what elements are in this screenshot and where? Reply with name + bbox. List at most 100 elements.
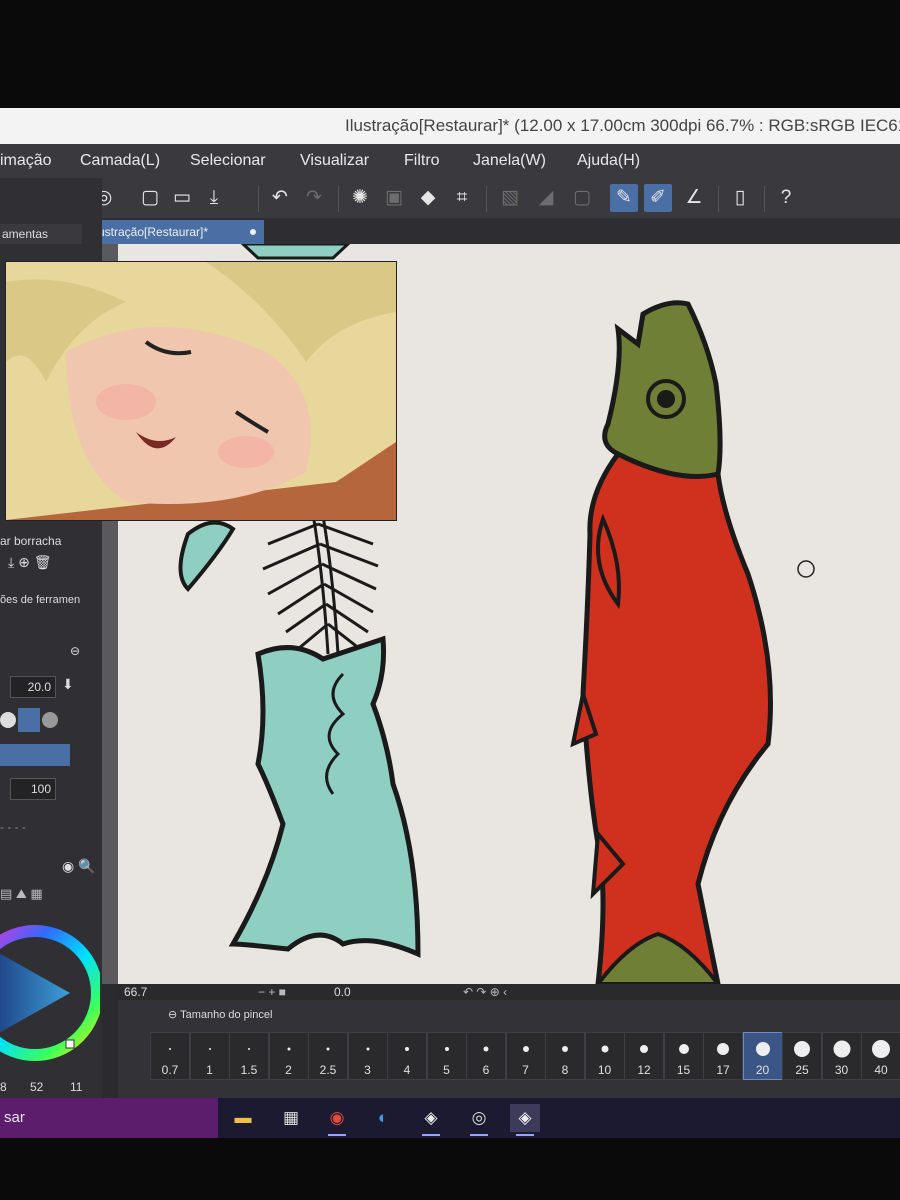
rotation-value[interactable]: 0.0 bbox=[334, 985, 351, 999]
opacity-field[interactable]: 100 bbox=[10, 778, 56, 800]
document-tab-bar: Ilustração[Restaurar]* bbox=[80, 218, 900, 244]
brush-tip-selector[interactable] bbox=[0, 708, 82, 734]
menu-layer[interactable]: Camada(L) bbox=[80, 152, 160, 170]
clip-studio-icon[interactable]: ◈ bbox=[416, 1104, 446, 1136]
snap-icon[interactable]: ▢ bbox=[568, 184, 596, 212]
brush-size-option[interactable]: 6 bbox=[466, 1032, 506, 1080]
file-explorer-icon[interactable]: ▬ bbox=[228, 1104, 258, 1132]
brush-size-option[interactable]: 15 bbox=[663, 1032, 704, 1080]
toolbar-separator bbox=[764, 186, 765, 212]
redo-icon[interactable]: ↷ bbox=[300, 184, 328, 212]
menu-bar: imação Camada(L) Selecionar Visualizar F… bbox=[0, 144, 900, 178]
brush-icon[interactable]: ✐ bbox=[644, 184, 672, 212]
brush-size-title: ⊖ Tamanho do pincel bbox=[168, 1008, 272, 1021]
brush-size-dot-icon bbox=[601, 1045, 608, 1053]
navigator-icon[interactable]: ◉ 🔍 bbox=[62, 858, 96, 875]
brush-size-option[interactable]: 3 bbox=[347, 1032, 388, 1080]
brush-size-dot-icon bbox=[833, 1040, 850, 1058]
brush-size-option[interactable]: 4 bbox=[387, 1032, 427, 1080]
monitor-screen: Ilustração[Restaurar]* (12.00 x 17.00cm … bbox=[0, 108, 900, 1138]
zoom-controls[interactable]: − + ■ bbox=[258, 985, 286, 999]
webcam-icon[interactable]: ◎ bbox=[464, 1104, 494, 1136]
brush-size-option[interactable]: 40 bbox=[861, 1032, 900, 1080]
salmon-body bbox=[580, 451, 773, 987]
brush-size-option[interactable]: 17 bbox=[703, 1032, 743, 1080]
brush-size-label: 12 bbox=[637, 1063, 651, 1077]
salmon-pupil bbox=[657, 390, 675, 408]
brush-size-option[interactable]: 0.7 bbox=[150, 1032, 190, 1080]
clip-studio-2-icon[interactable]: ◈ bbox=[510, 1104, 540, 1136]
brush-size-label: 6 bbox=[482, 1063, 490, 1077]
fish-tail-body bbox=[228, 635, 421, 958]
edge-icon[interactable]: ◐ bbox=[368, 1104, 398, 1132]
brush-size-dot-icon bbox=[872, 1040, 890, 1058]
menu-help[interactable]: Ajuda(H) bbox=[577, 152, 640, 170]
save-icon[interactable]: ⤓ bbox=[200, 184, 228, 212]
open-icon[interactable]: ▭ bbox=[168, 184, 196, 212]
toolbar-separator bbox=[258, 186, 259, 212]
brush-size-option[interactable]: 2.5 bbox=[308, 1032, 348, 1080]
anime-reference-image bbox=[6, 262, 396, 520]
subtool-actions-icon[interactable]: ⤓ ⊕ 🗑 bbox=[8, 554, 51, 571]
brush-size-option[interactable]: 1.5 bbox=[229, 1032, 269, 1080]
menu-filter[interactable]: Filtro bbox=[404, 152, 440, 170]
grid-icon[interactable]: ▧ bbox=[496, 184, 524, 212]
color-panel-tabs[interactable]: ▤ ⛰ ▦ bbox=[0, 886, 43, 902]
spinner-icon[interactable]: ✺ bbox=[346, 184, 374, 212]
subtool-name[interactable]: ar borracha bbox=[0, 534, 61, 548]
pressure-icon[interactable]: ⬇ bbox=[62, 676, 74, 693]
menu-view[interactable]: Visualizar bbox=[300, 152, 369, 170]
lock-icon[interactable]: ⊖ bbox=[70, 644, 80, 658]
search-box[interactable]: sar bbox=[0, 1098, 218, 1138]
brush-size-label: 0.7 bbox=[161, 1063, 179, 1077]
brush-size-option[interactable]: 20 bbox=[742, 1032, 783, 1080]
rotate-controls-icon[interactable]: ↶ ↷ ⊕ ‹ bbox=[463, 985, 507, 999]
brush-size-dot-icon bbox=[444, 1047, 449, 1051]
brush-size-option[interactable]: 25 bbox=[782, 1032, 822, 1080]
command-bar: ◎ ▢ ▭ ⤓ ↶ ↷ ✺ ▣ ◆ ⌗ ▧ ◢ ▢ ✎ ✐ ∠ ▯ ? bbox=[80, 178, 900, 218]
brush-size-option[interactable]: 12 bbox=[624, 1032, 664, 1080]
tip-soft-icon[interactable] bbox=[42, 712, 58, 728]
brush-size-option[interactable]: 7 bbox=[505, 1032, 546, 1080]
menu-select[interactable]: Selecionar bbox=[190, 152, 266, 170]
brush-size-dot-icon bbox=[755, 1042, 770, 1056]
brush-size-dot-icon bbox=[717, 1043, 729, 1055]
color-wheel[interactable] bbox=[0, 908, 100, 1078]
reference-image-window[interactable] bbox=[5, 261, 397, 521]
tip-mid-icon[interactable] bbox=[18, 708, 40, 732]
brush-size-label: 2 bbox=[285, 1063, 292, 1077]
tools-tab[interactable]: amentas bbox=[0, 224, 82, 244]
brush-size-option[interactable]: 2 bbox=[268, 1032, 309, 1080]
store-icon[interactable]: ▦ bbox=[276, 1104, 306, 1132]
chrome-icon[interactable]: ◉ bbox=[322, 1104, 352, 1136]
help-icon[interactable]: ? bbox=[772, 184, 800, 212]
line-icon[interactable]: ∠ bbox=[680, 184, 708, 212]
brush-size-label: 8 bbox=[561, 1063, 569, 1077]
crop-icon[interactable]: ⌗ bbox=[448, 184, 476, 212]
transform-icon[interactable]: ▣ bbox=[380, 184, 408, 212]
brush-size-field[interactable]: 20.0 bbox=[10, 676, 56, 698]
device-icon[interactable]: ▯ bbox=[726, 184, 754, 212]
brush-size-label: 5 bbox=[443, 1063, 450, 1077]
brush-size-label: 1.5 bbox=[240, 1063, 258, 1077]
brush-size-label: 17 bbox=[716, 1063, 730, 1077]
color-count-left: 8 bbox=[0, 1080, 7, 1094]
brush-size-dot-icon bbox=[405, 1047, 409, 1051]
color-count-middle: 52 bbox=[30, 1080, 44, 1094]
brush-size-option[interactable]: 8 bbox=[545, 1032, 585, 1080]
menu-window[interactable]: Janela(W) bbox=[473, 152, 546, 170]
new-icon[interactable]: ▢ bbox=[136, 184, 164, 212]
ruler-icon[interactable]: ◢ bbox=[532, 184, 560, 212]
brush-shape-swatches[interactable] bbox=[0, 744, 70, 766]
pen-icon[interactable]: ✎ bbox=[610, 184, 638, 212]
brush-size-option[interactable]: 30 bbox=[821, 1032, 862, 1080]
undo-icon[interactable]: ↶ bbox=[266, 184, 294, 212]
zoom-value[interactable]: 66.7 bbox=[124, 985, 147, 999]
brush-size-option[interactable]: 10 bbox=[584, 1032, 625, 1080]
brush-size-option[interactable]: 1 bbox=[189, 1032, 230, 1080]
menu-animation[interactable]: imação bbox=[0, 152, 52, 170]
brush-size-option[interactable]: 5 bbox=[426, 1032, 467, 1080]
tip-hard-icon[interactable] bbox=[0, 712, 16, 728]
fill-icon[interactable]: ◆ bbox=[414, 184, 442, 212]
document-tab[interactable]: Ilustração[Restaurar]* bbox=[88, 220, 264, 244]
